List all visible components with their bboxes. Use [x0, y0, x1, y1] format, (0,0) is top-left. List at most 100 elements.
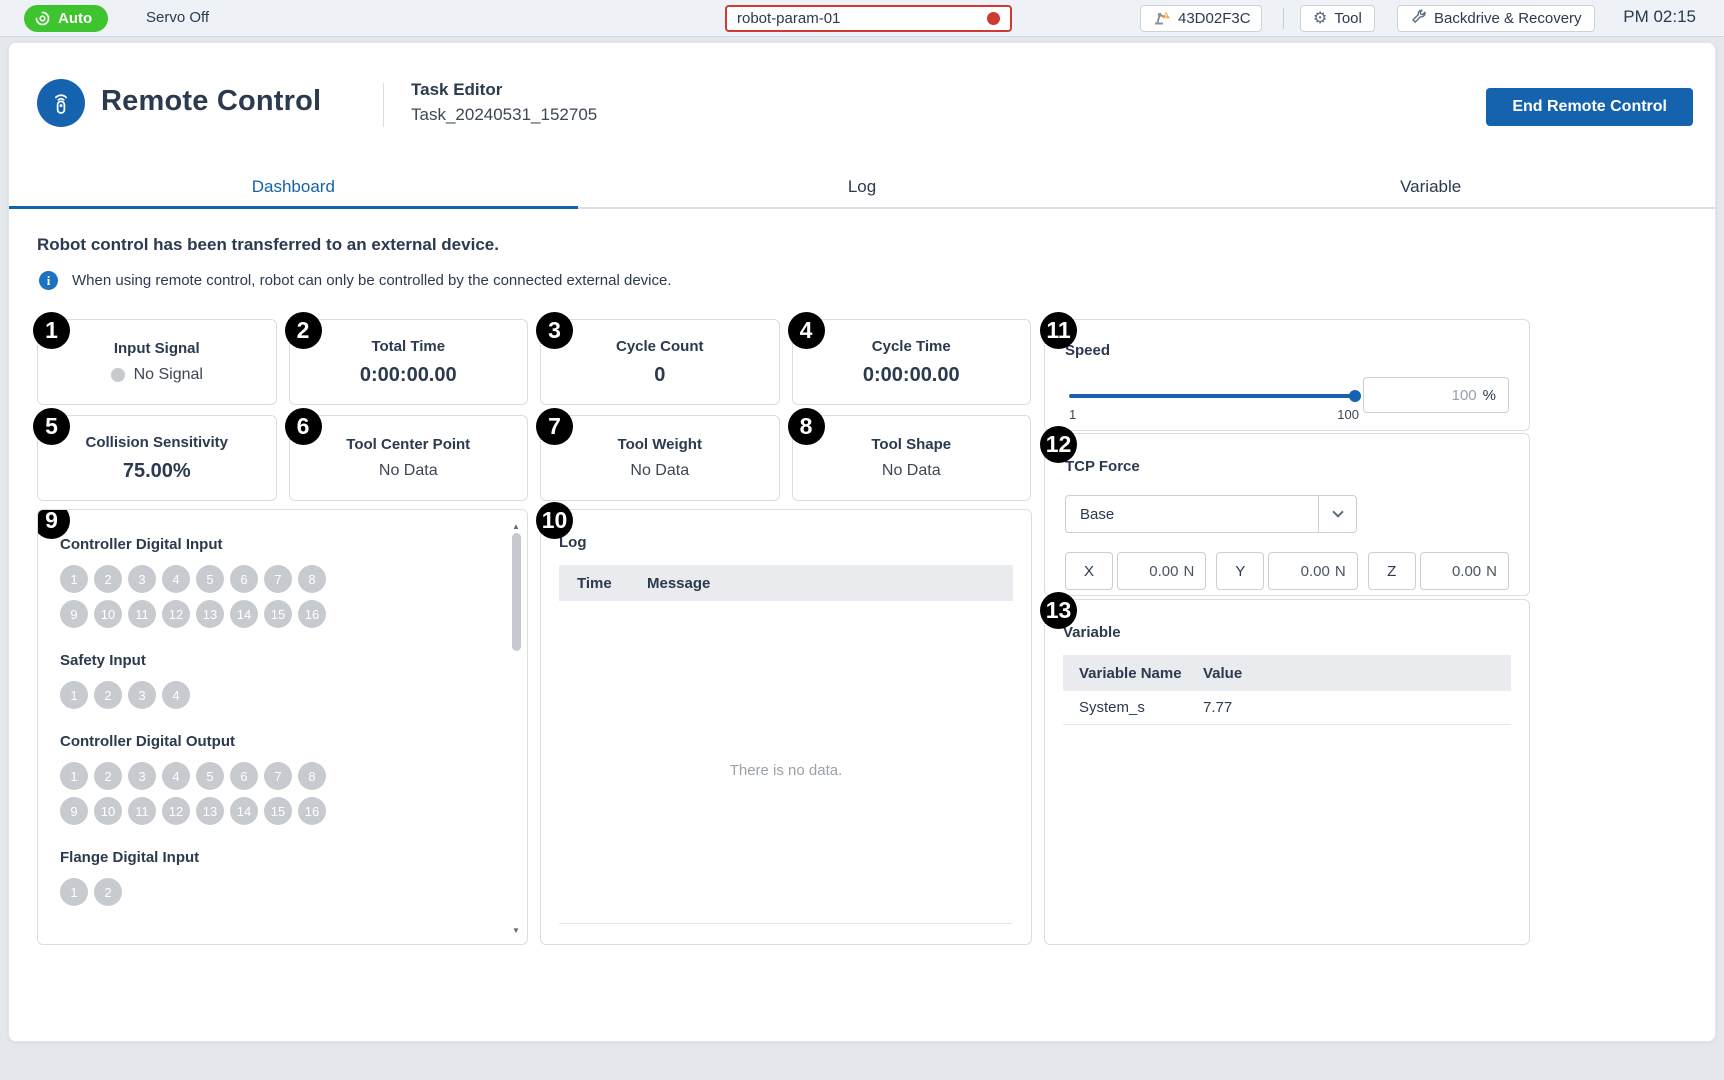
variable-panel: 13 Variable Variable Name Value System_s…: [1044, 599, 1530, 945]
annotation-badge-7: 7: [536, 408, 573, 445]
io-indicator-7: 7: [264, 565, 292, 593]
annotation-badge-8: 8: [788, 408, 825, 445]
io-indicator-3: 3: [128, 565, 156, 593]
io-indicator-4: 4: [162, 762, 190, 790]
axis-value-input[interactable]: 0.00N: [1268, 552, 1357, 590]
stat-card-collision-sensitivity: 5Collision Sensitivity75.00%: [37, 415, 277, 501]
scroll-up-icon[interactable]: [508, 516, 524, 534]
io-indicator-6: 6: [230, 565, 258, 593]
table-row[interactable]: System_s7.77: [1063, 691, 1511, 725]
stat-card-tool-weight: 7Tool WeightNo Data: [540, 415, 780, 501]
io-indicator-2: 2: [94, 565, 122, 593]
remote-control-window: Remote Control Task Editor Task_20240531…: [8, 42, 1716, 1042]
speed-unit: %: [1483, 387, 1496, 404]
task-context-title: Task Editor: [411, 80, 597, 100]
scrollbar-thumb[interactable]: [512, 533, 521, 651]
annotation-badge-12: 12: [1040, 426, 1077, 463]
io-indicator-11: 11: [128, 797, 156, 825]
io-indicator-5: 5: [196, 565, 224, 593]
log-column-message: Message: [647, 575, 710, 592]
servo-status-label: Servo Off: [146, 9, 209, 26]
annotation-badge-4: 4: [788, 312, 825, 349]
annotation-badge-9: 9: [37, 509, 70, 539]
speed-slider-track[interactable]: [1069, 394, 1359, 398]
annotation-badge-5: 5: [33, 408, 70, 445]
stat-card-value: No Data: [882, 462, 941, 480]
speed-value-input[interactable]: 100 %: [1363, 377, 1509, 413]
axis-unit: N: [1183, 563, 1194, 580]
tool-button[interactable]: Tool: [1300, 5, 1375, 32]
axis-value-input[interactable]: 0.00 N: [1117, 552, 1206, 590]
io-indicator-1: 1: [60, 681, 88, 709]
speed-slider-handle[interactable]: [1349, 390, 1361, 402]
io-indicator-9: 9: [60, 600, 88, 628]
io-indicator-3: 3: [128, 762, 156, 790]
tab-dashboard[interactable]: Dashboard: [9, 166, 578, 207]
chevron-down-icon[interactable]: [1318, 496, 1356, 532]
tab-variable[interactable]: Variable: [1146, 166, 1715, 207]
annotation-badge-3: 3: [536, 312, 573, 349]
end-remote-control-button[interactable]: End Remote Control: [1486, 88, 1693, 126]
io-indicator-4: 4: [162, 565, 190, 593]
tcp-frame-select[interactable]: Base: [1065, 495, 1357, 533]
info-text: When using remote control, robot can onl…: [72, 272, 672, 289]
robot-id-button[interactable]: 43D02F3C: [1140, 5, 1262, 32]
io-indicator-6: 6: [230, 762, 258, 790]
io-indicator-15: 15: [264, 797, 292, 825]
io-group-label-safety-input: Safety Input: [60, 652, 505, 669]
io-indicator-8: 8: [298, 565, 326, 593]
stat-card-input-signal: 1Input SignalNo Signal: [37, 319, 277, 405]
stat-card-value: 75.00%: [123, 460, 191, 483]
signal-indicator-dot: [111, 368, 125, 382]
stat-card-value: 0: [654, 364, 665, 387]
stat-card-title: Cycle Time: [872, 338, 951, 355]
backdrive-recovery-button[interactable]: Backdrive & Recovery: [1397, 5, 1595, 32]
io-indicator-14: 14: [230, 600, 258, 628]
log-table-header: Time Message: [559, 565, 1013, 601]
remote-control-icon: [37, 79, 85, 127]
axis-value-input[interactable]: 0.00N: [1420, 552, 1509, 590]
io-indicator-2: 2: [94, 878, 122, 906]
mode-badge[interactable]: Auto: [24, 5, 108, 32]
robot-param-value: robot-param-01: [737, 10, 987, 27]
io-indicator-1: 1: [60, 565, 88, 593]
annotation-badge-1: 1: [33, 312, 70, 349]
io-scrollbar[interactable]: [508, 513, 524, 941]
digital-io-panel: 9 Controller Digital Input12345678910111…: [37, 509, 528, 945]
variable-column-value: Value: [1203, 665, 1242, 682]
annotation-badge-13: 13: [1040, 592, 1077, 629]
stat-card-title: Tool Weight: [618, 436, 702, 453]
log-empty-text: There is no data.: [541, 762, 1031, 779]
tcp-panel-title: TCP Force: [1065, 458, 1509, 475]
io-indicator-4: 4: [162, 681, 190, 709]
io-indicator-11: 11: [128, 600, 156, 628]
scroll-down-icon[interactable]: [508, 920, 524, 938]
status-cards-grid: 1Input SignalNo Signal2Total Time0:00:00…: [37, 319, 1031, 501]
stat-card-value: 0:00:00.00: [863, 364, 960, 387]
tab-log[interactable]: Log: [578, 166, 1147, 207]
header-divider: [383, 83, 384, 127]
stat-card-cycle-count: 3Cycle Count0: [540, 319, 780, 405]
speed-slider[interactable]: 1 100: [1069, 394, 1359, 422]
info-icon: [39, 271, 58, 290]
info-row: When using remote control, robot can onl…: [39, 271, 672, 290]
stat-card-title: Tool Center Point: [346, 436, 470, 453]
log-panel: 10 Log Time Message There is no data.: [540, 509, 1032, 945]
stat-card-value: No Signal: [111, 366, 203, 384]
stat-card-value-text: No Data: [630, 462, 689, 479]
io-indicator-row: 12345678910111213141516: [60, 762, 336, 825]
io-indicator-3: 3: [128, 681, 156, 709]
robot-param-field[interactable]: robot-param-01: [725, 5, 1012, 32]
io-indicator-9: 9: [60, 797, 88, 825]
annotation-badge-6: 6: [285, 408, 322, 445]
io-indicator-8: 8: [298, 762, 326, 790]
tcp-frame-value: Base: [1066, 506, 1318, 523]
variable-table-header: Variable Name Value: [1063, 655, 1511, 691]
axis-value: 0.00: [1452, 563, 1481, 580]
axis-value: 0.00: [1149, 563, 1178, 580]
io-indicator-7: 7: [264, 762, 292, 790]
tab-label: Log: [848, 177, 876, 197]
tcp-axis-fields: X0.00NY0.00NZ0.00N: [1065, 552, 1509, 590]
clock-label: PM 02:15: [1623, 7, 1696, 27]
stat-card-title: Total Time: [371, 338, 445, 355]
